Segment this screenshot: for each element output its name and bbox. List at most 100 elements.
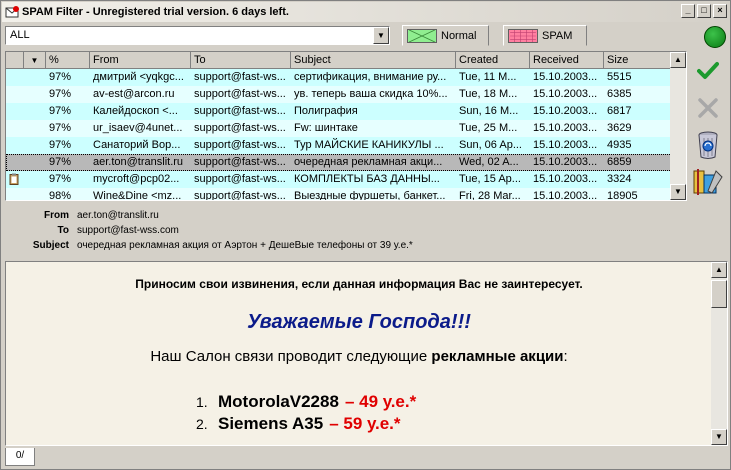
detail-subject-label: Subject (32, 240, 69, 251)
row-created: Tue, 15 Ap... (459, 173, 521, 185)
row-subject: сертификация, внимание ру... (294, 71, 447, 83)
window-title: SPAM Filter - Unregistered trial version… (22, 6, 289, 18)
row-percent: 97% (49, 139, 72, 151)
row-subject: ув. теперь ваша скидка 10%... (294, 88, 448, 100)
detail-to-label: To (57, 225, 69, 236)
maximize-icon[interactable]: □ (697, 4, 711, 18)
message-list: ▼ % From To Subject Created Received Siz… (5, 51, 687, 201)
row-size: 5515 (607, 71, 632, 83)
row-from: ur_isaev@4unet... (93, 122, 183, 134)
preview-intro-text: Наш Салон связи проводит следующие (150, 348, 432, 365)
table-row[interactable]: 98% Wine&Dine <mz... support@fast-ws... … (6, 188, 672, 201)
settings-button[interactable] (691, 166, 725, 198)
row-received: 15.10.2003... (533, 71, 598, 83)
message-details: From aer.ton@translit.ru To support@fast… (5, 208, 727, 258)
row-created: Sun, 16 M... (459, 105, 519, 117)
table-row[interactable]: 97% av-est@arcon.ru support@fast-ws... у… (6, 86, 672, 103)
detail-to-value: support@fast-wss.com (77, 225, 179, 236)
row-received: 15.10.2003... (533, 173, 598, 185)
detail-subject-row: Subject очередная рекламная акция от Аэр… (5, 238, 727, 253)
row-created: Fri, 28 Mar... (459, 190, 521, 201)
list-item: 2. Siemens A35 – 59 у.е.* (196, 414, 416, 436)
row-icon-cell (6, 103, 24, 120)
row-to: support@fast-ws... (194, 71, 286, 83)
delete-button[interactable] (691, 129, 725, 161)
side-toolbar (691, 55, 727, 203)
filter-dropdown[interactable]: ALL ▼ (5, 26, 390, 45)
row-from: дмитрий <yqkgc... (93, 71, 184, 83)
row-created: Wed, 02 A... (459, 156, 519, 168)
row-percent: 97% (49, 122, 72, 134)
row-from: aer.ton@translit.ru (93, 156, 184, 168)
status-bar: 0/ (1, 448, 730, 469)
table-row[interactable]: 97% mycroft@pcp02... support@fast-ws... … (6, 171, 672, 188)
tab-spam[interactable]: SPAM (503, 25, 587, 46)
status-indicator-icon (704, 26, 726, 48)
scroll-thumb[interactable] (711, 280, 727, 308)
row-size: 6817 (607, 105, 632, 117)
row-to: support@fast-ws... (194, 88, 286, 100)
row-to: support@fast-ws... (194, 190, 286, 201)
column-header-received[interactable]: Received (530, 52, 604, 69)
row-received: 15.10.2003... (533, 156, 598, 168)
column-header-subject[interactable]: Subject (291, 52, 456, 69)
table-row[interactable]: 97% дмитрий <yqkgc... support@fast-ws...… (6, 69, 672, 86)
row-icon-cell (6, 86, 24, 103)
table-row-selected[interactable]: 97% aer.ton@translit.ru support@fast-ws.… (6, 154, 672, 171)
mark-spam-button[interactable] (691, 92, 725, 124)
table-row[interactable]: 97% Санаторий Вор... support@fast-ws... … (6, 137, 672, 154)
row-to: support@fast-ws... (194, 105, 286, 117)
row-size: 3324 (607, 173, 632, 185)
column-header-from[interactable]: From (90, 52, 191, 69)
checkmark-icon (697, 62, 719, 79)
offer-number: 1. (196, 394, 208, 410)
preview-scrollbar[interactable]: ▲ ▼ (711, 262, 727, 445)
column-header-to[interactable]: To (191, 52, 291, 69)
list-header: ▼ % From To Subject Created Received Siz… (6, 52, 672, 69)
row-subject: Полиграфия (294, 105, 358, 117)
close-icon[interactable]: × (713, 4, 727, 18)
column-header-size[interactable]: Size (604, 52, 672, 69)
table-row[interactable]: 97% Калейдоскоп <... support@fast-ws... … (6, 103, 672, 120)
column-header-created[interactable]: Created (456, 52, 530, 69)
tools-icon (693, 169, 723, 195)
row-icon-cell (6, 137, 24, 154)
column-header-percent[interactable]: % (46, 52, 90, 69)
message-preview: Приносим свои извинения, если данная инф… (5, 261, 728, 446)
scroll-down-icon[interactable]: ▼ (670, 184, 686, 200)
list-item: 1. MotorolaV2288 – 49 у.е.* (196, 392, 416, 414)
row-size: 6859 (607, 156, 632, 168)
row-created: Tue, 25 M... (459, 122, 518, 134)
row-received: 15.10.2003... (533, 88, 598, 100)
preview-intro-bold: рекламные акции (431, 348, 564, 365)
scroll-up-icon[interactable]: ▲ (670, 52, 686, 68)
row-subject: Тур МАЙСКИЕ КАНИКУЛЫ ... (294, 139, 444, 151)
row-percent: 97% (49, 88, 72, 100)
chevron-down-icon[interactable]: ▼ (373, 27, 389, 44)
table-row[interactable]: 97% ur_isaev@4unet... support@fast-ws...… (6, 120, 672, 137)
scroll-up-icon[interactable]: ▲ (711, 262, 727, 278)
row-from: Калейдоскоп <... (93, 105, 178, 117)
offer-price: – 49 у.е.* (344, 392, 417, 411)
tab-normal-label: Normal (441, 29, 477, 42)
row-to: support@fast-ws... (194, 173, 286, 185)
app-icon (5, 6, 19, 18)
offer-name: MotorolaV2288 (218, 392, 339, 411)
row-subject: Выездные фуршеты, банкет... (294, 190, 446, 201)
row-percent: 97% (49, 105, 72, 117)
tab-spam-label: SPAM (542, 29, 573, 42)
status-tab[interactable]: 0/ (5, 448, 35, 466)
mark-normal-button[interactable] (691, 55, 725, 87)
column-header-icon[interactable] (6, 52, 24, 69)
list-scrollbar[interactable]: ▲ ▼ (670, 52, 686, 200)
row-icon-cell (6, 154, 24, 171)
tab-normal[interactable]: Normal (402, 25, 489, 46)
row-from: Wine&Dine <mz... (93, 190, 182, 201)
column-header-sort[interactable]: ▼ (24, 52, 46, 69)
x-mark-icon (698, 98, 718, 118)
title-bar: SPAM Filter - Unregistered trial version… (2, 2, 729, 22)
preview-body: Приносим свои извинения, если данная инф… (6, 262, 712, 445)
minimize-icon[interactable]: _ (681, 4, 695, 18)
app-window: SPAM Filter - Unregistered trial version… (0, 0, 731, 470)
scroll-down-icon[interactable]: ▼ (711, 429, 727, 445)
